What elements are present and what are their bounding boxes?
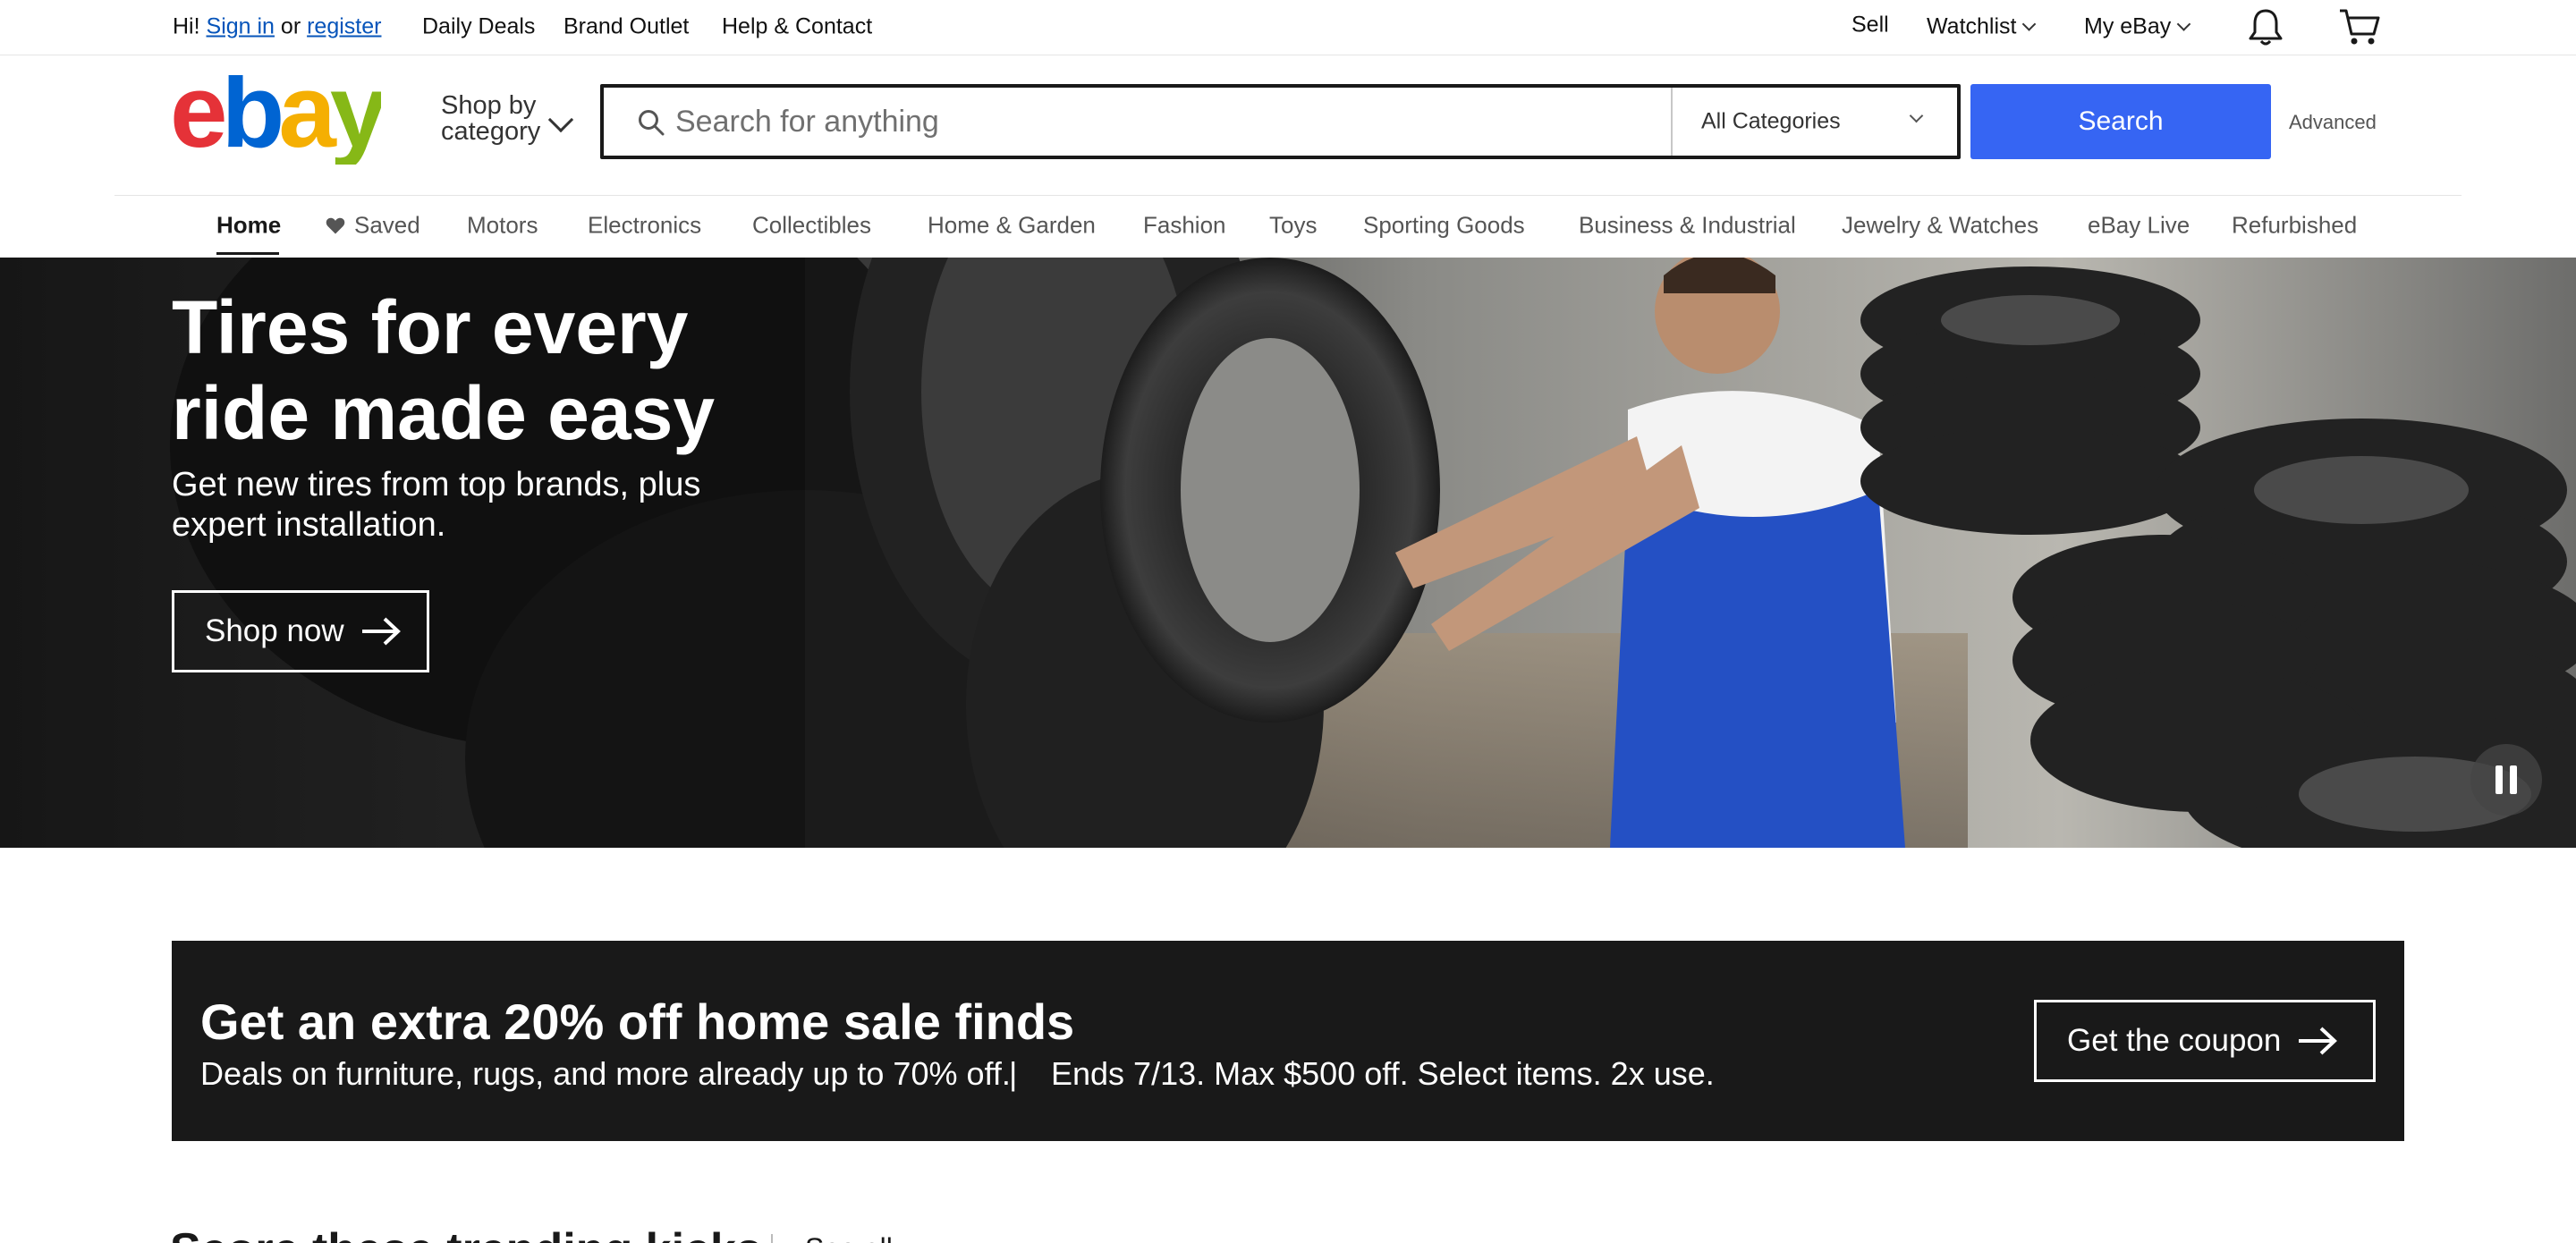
nav-item-ebay-live[interactable]: eBay Live [2088, 212, 2190, 240]
see-all-link[interactable]: See all [805, 1232, 893, 1243]
my-ebay-dropdown[interactable]: My eBay [2084, 13, 2191, 40]
pause-button[interactable] [2470, 744, 2542, 816]
chevron-down-icon [2176, 17, 2191, 31]
nav-item-sporting-goods[interactable]: Sporting Goods [1363, 212, 1525, 240]
promo-subtitle: Deals on furniture, rugs, and more alrea… [200, 1055, 1011, 1092]
search-input[interactable] [675, 95, 1659, 148]
nav-item-collectibles[interactable]: Collectibles [752, 212, 871, 240]
greeting: Hi! Sign in or register [173, 14, 381, 40]
nav-item-electronics[interactable]: Electronics [588, 212, 701, 240]
advanced-search-link[interactable]: Advanced [2289, 111, 2377, 134]
nav-item-home-garden[interactable]: Home & Garden [928, 212, 1096, 240]
hero-title: Tires for every ride made easy [172, 285, 716, 455]
chevron-down-icon [547, 106, 574, 133]
section-title: Score these trending kicks [170, 1223, 762, 1243]
heart-icon [326, 217, 345, 234]
chevron-down-icon [2022, 17, 2037, 31]
nav-item-motors[interactable]: Motors [467, 212, 538, 240]
category-select[interactable]: All Categories [1671, 88, 1957, 156]
cart-icon[interactable] [2338, 7, 2381, 47]
register-link[interactable]: register [307, 14, 381, 39]
promo-separator: | [1009, 1055, 1018, 1092]
header-divider [114, 195, 2462, 196]
nav-item-saved-label: Saved [354, 211, 420, 239]
arrow-right-icon [2299, 1027, 2338, 1055]
sell-link[interactable]: Sell [1852, 13, 1889, 38]
top-utility-bar: Hi! Sign in or register Daily Deals Bran… [0, 0, 2576, 55]
nav-item-saved[interactable]: Saved [326, 212, 420, 240]
section-separator [771, 1234, 773, 1243]
pause-icon [2510, 765, 2517, 794]
nav-item-home[interactable]: Home [216, 212, 281, 240]
promo-terms: Ends 7/13. Max $500 off. Select items. 2… [1051, 1055, 1715, 1092]
bell-icon[interactable] [2247, 7, 2284, 47]
shop-now-label: Shop now [205, 613, 344, 648]
search-bar: All Categories [600, 84, 1961, 159]
hero-banner[interactable]: Tires for every ride made easy Get new t… [0, 258, 2576, 848]
pause-icon [2496, 765, 2503, 794]
ebay-logo[interactable]: ebay [170, 75, 381, 165]
chevron-down-icon [1909, 108, 1924, 123]
search-icon [639, 110, 665, 136]
nav-item-business-industrial[interactable]: Business & Industrial [1579, 212, 1796, 240]
help-contact-link[interactable]: Help & Contact [722, 14, 872, 40]
category-select-value: All Categories [1701, 108, 1841, 134]
daily-deals-link[interactable]: Daily Deals [422, 14, 535, 40]
watchlist-label: Watchlist [1927, 13, 2017, 39]
nav-item-refurbished[interactable]: Refurbished [2232, 212, 2357, 240]
or-text: or [280, 13, 301, 39]
promo-banner[interactable]: Get an extra 20% off home sale finds Dea… [172, 941, 2404, 1141]
nav-item-toys[interactable]: Toys [1269, 212, 1317, 240]
greeting-text: Hi! [173, 13, 200, 39]
nav-item-fashion[interactable]: Fashion [1143, 212, 1226, 240]
promo-title: Get an extra 20% off home sale finds [200, 994, 1075, 1050]
get-coupon-label: Get the coupon [2067, 1023, 2282, 1058]
shop-by-category-label: Shop by category [441, 91, 541, 146]
nav-item-jewelry-watches[interactable]: Jewelry & Watches [1842, 212, 2038, 240]
hero-subtitle: Get new tires from top brands, plus expe… [172, 466, 701, 544]
shop-by-category-button[interactable]: Shop by category [441, 93, 584, 147]
svg-text:ebay: ebay [170, 75, 381, 165]
brand-outlet-link[interactable]: Brand Outlet [564, 14, 689, 40]
nav-active-indicator [216, 252, 279, 255]
sign-in-link[interactable]: Sign in [207, 14, 275, 39]
my-ebay-label: My eBay [2084, 13, 2172, 39]
watchlist-dropdown[interactable]: Watchlist [1927, 13, 2037, 40]
search-button[interactable]: Search [1970, 84, 2271, 159]
get-coupon-button[interactable]: Get the coupon [2034, 1000, 2376, 1082]
shop-now-button[interactable]: Shop now [172, 590, 429, 672]
arrow-right-icon [361, 617, 401, 646]
